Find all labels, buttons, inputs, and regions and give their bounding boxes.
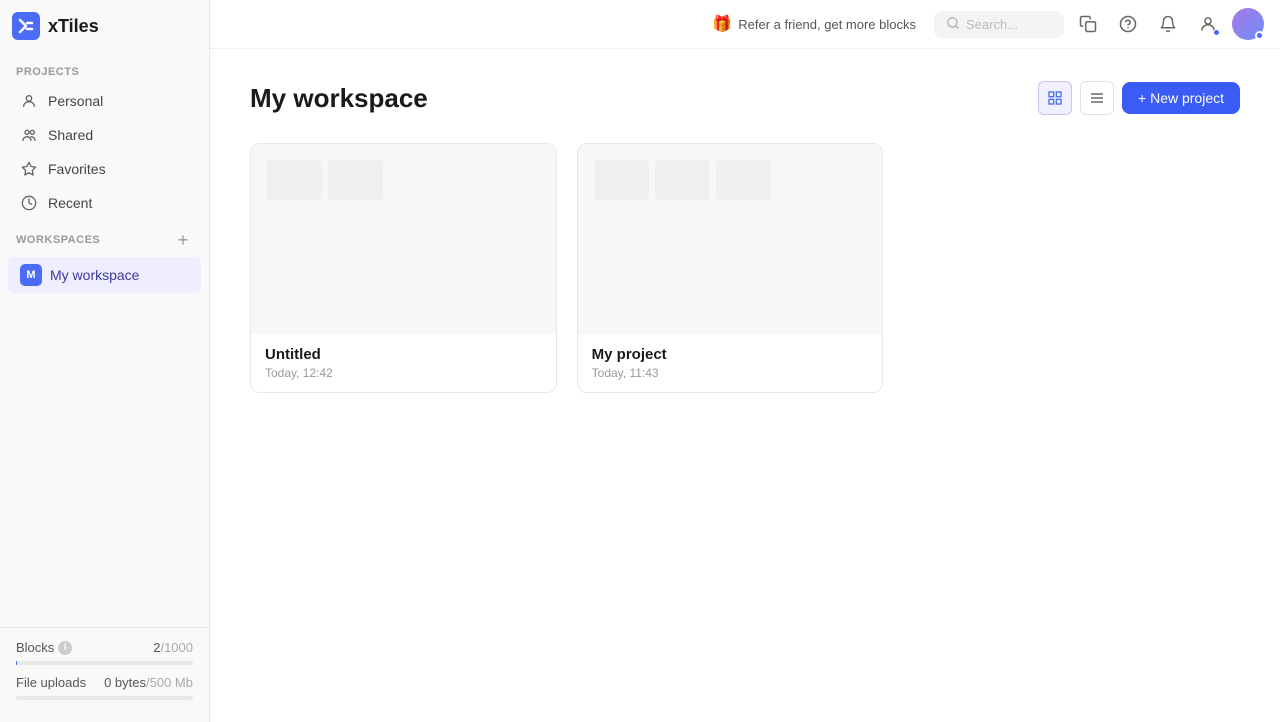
search-placeholder: Search... (966, 17, 1018, 32)
avatar-dot (1255, 31, 1264, 40)
recent-label: Recent (48, 195, 92, 211)
sidebar-item-personal[interactable]: Personal (8, 85, 201, 117)
workspace-label: My workspace (50, 267, 139, 283)
projects-grid: Untitled Today, 12:42 My project Today, … (250, 143, 1210, 393)
project-card-preview-untitled (251, 144, 556, 334)
page-title: My workspace (250, 83, 428, 114)
search-box[interactable]: Search... (934, 11, 1064, 38)
workspace-icon: M (20, 264, 42, 286)
sidebar-logo[interactable]: xTiles (0, 12, 209, 56)
sidebar-bottom: Blocks i 2/1000 File uploads 0 bytes/500… (0, 627, 209, 722)
people-icon (20, 126, 38, 144)
header-actions: + New project (1038, 81, 1240, 115)
blocks-label: Blocks i (16, 640, 72, 655)
star-icon (20, 160, 38, 178)
referral-icon: 🎁 (712, 14, 732, 34)
sidebar-item-favorites[interactable]: Favorites (8, 153, 201, 185)
workspaces-section-header: WORKSPACES + (0, 220, 209, 256)
file-uploads-row: File uploads 0 bytes/500 Mb (16, 675, 193, 690)
project-card-info-my-project: My project Today, 11:43 (578, 334, 883, 392)
main-content: 🎁 Refer a friend, get more blocks Search… (210, 0, 1280, 722)
project-date-my-project: Today, 11:43 (592, 366, 869, 380)
list-view-button[interactable] (1080, 81, 1114, 115)
clock-icon (20, 194, 38, 212)
file-uploads-label: File uploads (16, 675, 86, 690)
blocks-row: Blocks i 2/1000 (16, 640, 193, 655)
blocks-value: 2/1000 (153, 640, 193, 655)
app-logo-icon (12, 12, 40, 40)
referral-button[interactable]: 🎁 Refer a friend, get more blocks (702, 10, 926, 38)
page-body: My workspace + New project (210, 49, 1280, 722)
file-uploads-progress-bar-bg (16, 696, 193, 700)
project-name-my-project: My project (592, 346, 869, 363)
shared-label: Shared (48, 127, 93, 143)
favorites-label: Favorites (48, 161, 106, 177)
user-icon-button[interactable] (1192, 8, 1224, 40)
add-workspace-button[interactable]: + (173, 230, 193, 250)
preview-block-4 (655, 160, 710, 200)
preview-block-5 (716, 160, 771, 200)
copy-icon-button[interactable] (1072, 8, 1104, 40)
page-header: My workspace + New project (250, 81, 1240, 115)
search-icon (946, 16, 960, 33)
file-uploads-value: 0 bytes/500 Mb (104, 675, 193, 690)
new-project-button[interactable]: + New project (1122, 82, 1240, 114)
preview-block-1 (267, 160, 322, 200)
grid-view-button[interactable] (1038, 81, 1072, 115)
project-card-info-untitled: Untitled Today, 12:42 (251, 334, 556, 392)
avatar[interactable] (1232, 8, 1264, 40)
personal-label: Personal (48, 93, 103, 109)
blocks-info-icon[interactable]: i (58, 641, 72, 655)
blocks-progress-bar-bg (16, 661, 193, 665)
project-date-untitled: Today, 12:42 (265, 366, 542, 380)
person-icon (20, 92, 38, 110)
project-card-untitled[interactable]: Untitled Today, 12:42 (250, 143, 557, 393)
sidebar-item-shared[interactable]: Shared (8, 119, 201, 151)
project-card-preview-my-project (578, 144, 883, 334)
help-icon-button[interactable] (1112, 8, 1144, 40)
project-card-my-project[interactable]: My project Today, 11:43 (577, 143, 884, 393)
workspaces-section-label: WORKSPACES (16, 234, 100, 246)
app-name: xTiles (48, 16, 99, 37)
preview-block-2 (328, 160, 383, 200)
bell-icon-button[interactable] (1152, 8, 1184, 40)
sidebar-item-recent[interactable]: Recent (8, 187, 201, 219)
user-online-dot (1213, 29, 1220, 36)
projects-section-label: PROJECTS (0, 56, 209, 84)
project-name-untitled: Untitled (265, 346, 542, 363)
preview-block-3 (594, 160, 649, 200)
sidebar-item-my-workspace[interactable]: M My workspace (8, 257, 201, 293)
sidebar: xTiles PROJECTS Personal Shared Favorite… (0, 0, 210, 722)
referral-text: Refer a friend, get more blocks (738, 17, 916, 32)
topbar: 🎁 Refer a friend, get more blocks Search… (210, 0, 1280, 49)
